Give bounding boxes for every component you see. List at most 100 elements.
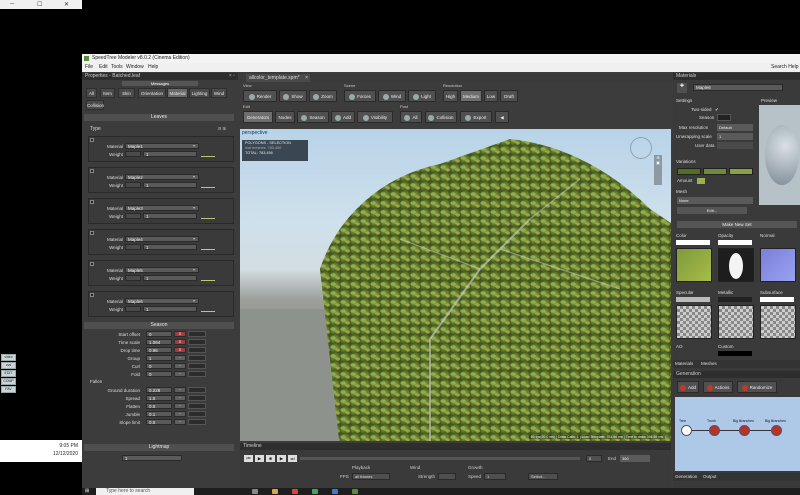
tray-item[interactable]: FAV: [1, 386, 16, 393]
group-toggle-icon[interactable]: [90, 138, 94, 142]
season-curve[interactable]: [188, 371, 206, 377]
normal-map-tile[interactable]: [760, 248, 796, 282]
chevron-down-icon[interactable]: ▾: [193, 236, 195, 241]
season-toggle[interactable]: ~: [174, 371, 186, 377]
weight-field[interactable]: 1: [143, 213, 197, 219]
material-name-field[interactable]: Maple6: [693, 84, 783, 91]
fallen-value[interactable]: 0.228: [146, 387, 172, 393]
tray-item[interactable]: COMP: [1, 378, 16, 385]
tab-item[interactable]: Item: [100, 88, 115, 98]
gen-actions-button[interactable]: Actions: [703, 381, 733, 393]
lightmap-section-header[interactable]: Lightmap: [84, 444, 234, 451]
custom-tint[interactable]: [718, 351, 752, 356]
3d-viewport[interactable]: perspective POLYGONS - SELECTION leaf me…: [240, 129, 671, 441]
weight-field[interactable]: 1: [143, 182, 197, 188]
season-value[interactable]: 0: [146, 331, 172, 337]
taskview-icon[interactable]: [252, 489, 258, 494]
big-branches-node-2[interactable]: [771, 425, 782, 436]
tab-output[interactable]: Output: [703, 474, 717, 479]
lightmap-weight-field[interactable]: 1: [122, 455, 182, 461]
fallen-toggle[interactable]: ~: [174, 419, 186, 425]
weight-curve[interactable]: [201, 244, 215, 250]
season-value[interactable]: 0: [146, 371, 172, 377]
unwrapping-field[interactable]: 1: [717, 133, 753, 140]
amount-color[interactable]: [697, 178, 705, 184]
specular-map-tile[interactable]: [676, 305, 712, 339]
season-color[interactable]: [717, 114, 731, 121]
resolution-draft[interactable]: Draft: [500, 90, 518, 102]
fallen-value[interactable]: 0.5: [146, 403, 172, 409]
folder-icon[interactable]: [272, 489, 278, 494]
messages-bar[interactable]: Messages: [122, 81, 198, 86]
growth-toggle-label[interactable]: Growth: [468, 465, 483, 470]
tab-orientation[interactable]: Orientation: [138, 88, 166, 98]
weight-slider[interactable]: [125, 275, 141, 281]
fallen-curve[interactable]: [188, 411, 206, 417]
material-select[interactable]: Maple4: [125, 236, 199, 242]
weight-curve[interactable]: [201, 213, 215, 219]
generation-graph[interactable]: Tree Trunk Big Branches Big Branches: [675, 397, 800, 471]
material-select[interactable]: Maple2: [125, 174, 199, 180]
variation-swatch-3[interactable]: [729, 168, 753, 175]
season-value[interactable]: 0: [146, 363, 172, 369]
season-curve[interactable]: [188, 363, 206, 369]
season-toggle[interactable]: S: [174, 339, 186, 345]
resolution-low[interactable]: Low: [484, 90, 498, 102]
group-toggle-icon[interactable]: [90, 169, 94, 173]
group-toggle-icon[interactable]: [90, 262, 94, 266]
weight-slider[interactable]: [125, 182, 141, 188]
tab-generation[interactable]: Generation: [675, 474, 697, 479]
visibility-button[interactable]: Visibility: [357, 111, 393, 123]
document-tab[interactable]: allcolor_template.spm* ×: [246, 74, 310, 82]
back-arrow-button[interactable]: ◀: [495, 111, 509, 123]
resolution-high[interactable]: High: [443, 90, 458, 102]
weight-field[interactable]: 1: [143, 306, 197, 312]
mesh-select[interactable]: None: [677, 197, 753, 204]
generators-button[interactable]: Generators: [243, 111, 273, 123]
season-toggle[interactable]: ~: [174, 363, 186, 369]
material-select[interactable]: Maple5: [125, 267, 199, 273]
fallen-value[interactable]: 0.1: [146, 411, 172, 417]
speedtree-icon[interactable]: [352, 489, 358, 494]
metallic-map-tile[interactable]: [718, 305, 754, 339]
fallen-toggle[interactable]: ~: [174, 411, 186, 417]
menu-help[interactable]: Help: [148, 63, 158, 72]
search-help-link[interactable]: Search Help: [771, 63, 799, 72]
season-curve[interactable]: [188, 331, 206, 337]
group-toggle-icon[interactable]: [90, 200, 94, 204]
menu-file[interactable]: File: [85, 63, 93, 72]
weight-curve[interactable]: [201, 306, 215, 312]
all-button[interactable]: All: [400, 111, 422, 123]
opacity-tint[interactable]: [718, 240, 752, 245]
forces-button[interactable]: Forces: [344, 90, 376, 102]
fallen-toggle[interactable]: ~: [174, 403, 186, 409]
taskbar-search[interactable]: Type here to search: [96, 488, 194, 495]
step-button[interactable]: ▶: [277, 455, 286, 462]
go-end-button[interactable]: ⏭: [288, 455, 297, 462]
season-button[interactable]: Season: [297, 111, 329, 123]
menu-window[interactable]: Window: [126, 63, 144, 72]
season-value[interactable]: 1.064: [146, 339, 172, 345]
system-clock[interactable]: 9:05 PM 12/12/2020: [0, 440, 82, 462]
render-button[interactable]: Render: [243, 90, 277, 102]
color-tint[interactable]: [676, 240, 710, 245]
export-button[interactable]: Export: [460, 111, 492, 123]
leaves-section-header[interactable]: Leaves: [84, 114, 234, 121]
variation-swatch-2[interactable]: [703, 168, 727, 175]
variation-swatch-1[interactable]: [677, 168, 701, 175]
tab-skin[interactable]: Skin: [118, 88, 135, 98]
tray-item[interactable]: video: [1, 354, 16, 361]
season-value[interactable]: 0.96: [146, 347, 172, 353]
tab-collision[interactable]: Collision: [86, 100, 104, 110]
fallen-toggle[interactable]: ~: [174, 387, 186, 393]
browser-icon[interactable]: [292, 489, 298, 494]
weight-curve[interactable]: [201, 151, 215, 157]
light-button[interactable]: Light: [408, 90, 436, 102]
tab-lighting[interactable]: Lighting: [189, 88, 210, 98]
season-toggle[interactable]: ~: [174, 355, 186, 361]
close-tab-icon[interactable]: ×: [305, 74, 308, 82]
chevron-down-icon[interactable]: ▾: [193, 174, 195, 179]
weight-field[interactable]: 1: [143, 275, 197, 281]
fallen-value[interactable]: 1.5: [146, 395, 172, 401]
fallen-toggle[interactable]: ~: [174, 395, 186, 401]
